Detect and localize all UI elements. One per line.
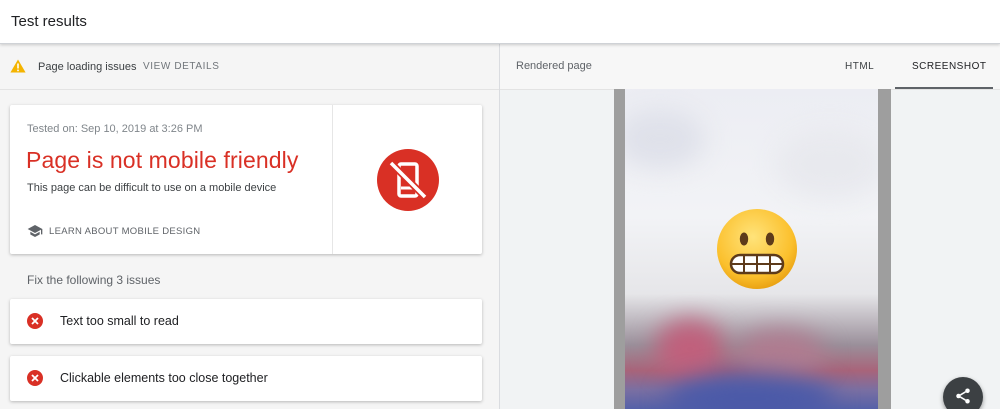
error-icon <box>27 370 43 386</box>
blur-shape <box>665 374 835 409</box>
top-bar: Test results <box>0 0 1000 44</box>
learn-mobile-design-label: LEARN ABOUT MOBILE DESIGN <box>49 225 201 237</box>
fix-issues-heading: Fix the following 3 issues <box>27 273 161 287</box>
share-button[interactable] <box>943 377 983 409</box>
page-loading-issues-bar: Page loading issues VIEW DETAILS <box>0 44 499 90</box>
rendered-page-label: Rendered page <box>516 60 592 72</box>
learn-mobile-design-link[interactable]: LEARN ABOUT MOBILE DESIGN <box>27 223 200 239</box>
not-mobile-friendly-icon <box>377 149 439 211</box>
issue-label: Text too small to read <box>60 314 179 328</box>
page-title: Test results <box>11 13 87 30</box>
blur-shape <box>775 129 878 199</box>
result-subtitle: This page can be difficult to use on a m… <box>27 182 277 194</box>
tested-on-timestamp: Tested on: Sep 10, 2019 at 3:26 PM <box>27 123 203 135</box>
rendered-page-screenshot <box>625 89 878 409</box>
school-icon <box>27 225 43 237</box>
page-loading-issues-label: Page loading issues <box>38 61 137 73</box>
card-divider <box>332 105 333 254</box>
issue-clickable-elements-close[interactable]: Clickable elements too close together <box>10 356 482 401</box>
results-panel: Page loading issues VIEW DETAILS Tested … <box>0 44 499 409</box>
view-details-link[interactable]: VIEW DETAILS <box>143 61 219 72</box>
rendered-page-header: Rendered page HTML SCREENSHOT <box>500 44 1000 90</box>
issue-text-too-small[interactable]: Text too small to read <box>10 299 482 344</box>
share-icon <box>956 388 970 404</box>
phone-frame <box>614 89 891 409</box>
blur-shape <box>655 319 725 379</box>
mobile-friendly-result-card: Tested on: Sep 10, 2019 at 3:26 PM Page … <box>10 105 482 254</box>
result-headline: Page is not mobile friendly <box>26 147 299 173</box>
issue-label: Clickable elements too close together <box>60 371 268 385</box>
grimacing-face-emoji <box>717 209 797 289</box>
error-icon <box>27 313 43 329</box>
active-tab-indicator <box>895 87 993 89</box>
blur-shape <box>625 109 705 169</box>
tab-html[interactable]: HTML <box>845 61 874 72</box>
tab-screenshot[interactable]: SCREENSHOT <box>912 61 986 72</box>
rendered-page-panel: Rendered page HTML SCREENSHOT <box>500 44 1000 409</box>
blur-shape <box>735 329 825 379</box>
warning-icon <box>10 59 26 73</box>
